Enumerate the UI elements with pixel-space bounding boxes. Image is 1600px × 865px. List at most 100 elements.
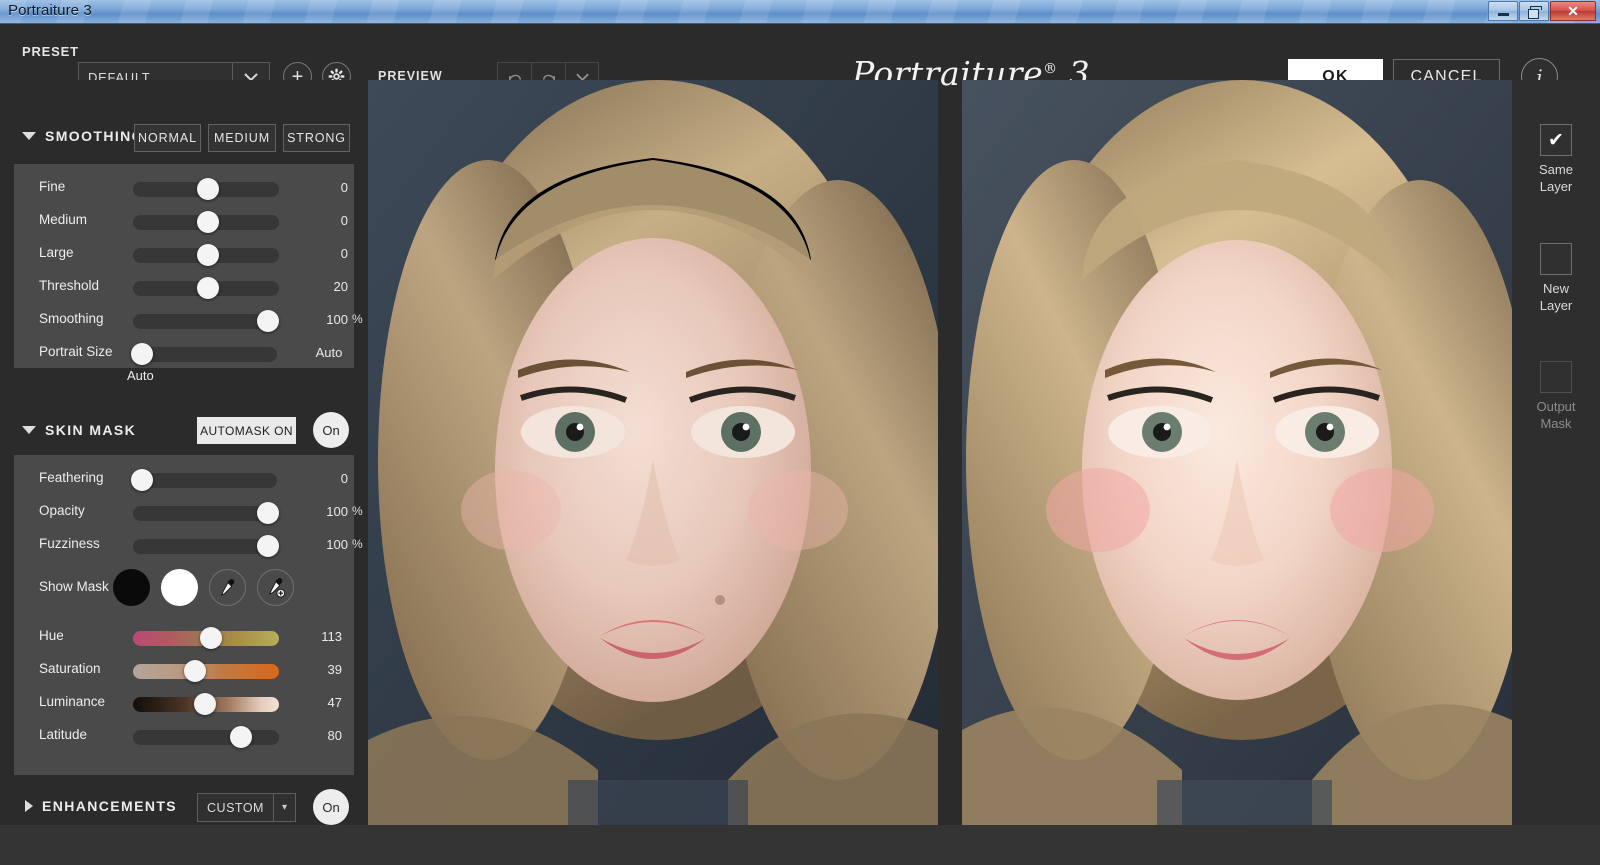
output-option-new-layer[interactable]: New Layer — [1512, 243, 1600, 314]
output-mask-checkbox[interactable] — [1540, 361, 1572, 393]
slider-label-fuzziness: Fuzziness — [39, 536, 100, 551]
restore-icon — [1528, 5, 1542, 19]
slider-knob-medium[interactable] — [197, 211, 220, 233]
slider-row-luminance: Luminance 47 — [15, 690, 353, 718]
slider-label-luminance: Luminance — [39, 694, 106, 709]
original-portrait — [368, 80, 938, 825]
slider-label-latitude: Latitude — [39, 727, 88, 742]
enhancements-toggle[interactable]: On — [313, 789, 349, 825]
eyedropper-button[interactable] — [209, 569, 246, 606]
slider-track-fuzziness[interactable] — [133, 535, 279, 557]
slider-value-large: 0 — [340, 246, 348, 261]
slider-row-feathering: Feathering 0 — [15, 466, 353, 494]
slider-value-latitude: 80 — [327, 728, 342, 743]
slider-track-saturation[interactable] — [133, 660, 279, 682]
slider-track-opacity[interactable] — [133, 502, 279, 524]
mask-color-black-swatch[interactable] — [113, 569, 150, 606]
output-mask-label-line2: Mask — [1540, 416, 1572, 431]
slider-label-medium: Medium — [39, 212, 88, 227]
slider-knob-smoothing[interactable] — [257, 310, 279, 332]
slider-track-feathering[interactable] — [131, 469, 277, 491]
minimize-button[interactable] — [1488, 1, 1518, 21]
eyedropper-add-icon — [268, 578, 286, 598]
slider-value-fine: 0 — [340, 180, 348, 195]
slider-track-portrait-size[interactable] — [131, 343, 277, 365]
slider-label-saturation: Saturation — [39, 661, 101, 676]
slider-knob-fuzziness[interactable] — [257, 535, 279, 557]
slider-label-threshold: Threshold — [39, 278, 100, 293]
slider-row-fine: Fine 0 — [15, 175, 353, 203]
slider-knob-saturation[interactable] — [183, 660, 206, 682]
smoothing-preset-medium[interactable]: MEDIUM — [208, 124, 276, 152]
titlebar-gloss — [0, 0, 1600, 23]
slider-value-medium: 0 — [340, 213, 348, 228]
slider-value-hue: 113 — [321, 629, 342, 644]
skin-mask-section-header[interactable]: SKIN MASK — [22, 418, 136, 442]
slider-label-opacity: Opacity — [39, 503, 85, 518]
logo-registered-icon: ® — [1043, 61, 1058, 77]
new-layer-label-line1: New — [1542, 281, 1569, 296]
smoothing-preset-normal[interactable]: NORMAL — [134, 124, 201, 152]
close-button[interactable]: ✕ — [1550, 1, 1596, 21]
new-layer-label-line2: Layer — [1539, 298, 1573, 313]
slider-label-large: Large — [39, 245, 74, 260]
slider-knob-large[interactable] — [197, 244, 220, 266]
preset-label: PRESET — [22, 44, 79, 59]
chevron-down-icon[interactable]: ▾ — [273, 794, 295, 821]
slider-track-smoothing[interactable] — [133, 310, 279, 332]
enhancements-section-header[interactable]: ENHANCEMENTS — [25, 794, 177, 818]
slider-knob-hue[interactable] — [199, 627, 222, 649]
slider-track-luminance[interactable] — [133, 693, 279, 715]
eyedropper-add-button[interactable] — [257, 569, 294, 606]
controls-panel: SMOOTHING NORMAL MEDIUM STRONG Fine 0 Me… — [0, 80, 366, 865]
slider-track-latitude[interactable] — [133, 726, 279, 748]
slider-value-fuzziness: 100 — [326, 537, 348, 552]
smoothing-preset-strong[interactable]: STRONG — [283, 124, 350, 152]
window-controls: ✕ — [1488, 1, 1596, 21]
slider-track-threshold[interactable] — [133, 277, 279, 299]
slider-knob-feathering[interactable] — [131, 469, 153, 491]
slider-knob-fine[interactable] — [197, 178, 220, 200]
slider-knob-threshold[interactable] — [197, 277, 220, 299]
bottom-toolbar: − + 147% ▾ — [0, 825, 1600, 865]
original-image-panel[interactable] — [368, 80, 938, 825]
slider-label-hue: Hue — [39, 628, 64, 643]
slider-value-opacity: 100 — [326, 504, 348, 519]
window-title: Portraiture 3 — [8, 2, 92, 19]
slider-row-large: Large 0 — [15, 241, 353, 269]
app-chrome: PRESET DEFAULT + PREVIEW Portraiture® 3 … — [0, 24, 1600, 865]
skin-mask-title: SKIN MASK — [45, 422, 137, 438]
enhancements-mode-dropdown[interactable]: CUSTOM ▾ — [197, 793, 296, 822]
slider-track-fine[interactable] — [133, 178, 279, 200]
check-icon: ✔ — [1548, 129, 1564, 151]
slider-knob-luminance[interactable] — [193, 693, 216, 715]
slider-track-medium[interactable] — [133, 211, 279, 233]
restore-button[interactable] — [1519, 1, 1549, 21]
slider-knob-latitude[interactable] — [229, 726, 252, 748]
automask-button[interactable]: AUTOMASK ON — [197, 417, 296, 444]
portrait-size-caption: Auto — [127, 368, 154, 383]
new-layer-checkbox[interactable] — [1540, 243, 1572, 275]
window-titlebar[interactable]: Portraiture 3 ✕ — [0, 0, 1600, 24]
same-layer-checkbox[interactable]: ✔ — [1540, 124, 1572, 156]
slider-row-fuzziness: Fuzziness 100 % — [15, 532, 363, 560]
output-mask-label: Output Mask — [1512, 398, 1600, 432]
slider-row-hue: Hue 113 — [15, 624, 353, 652]
skin-mask-toggle[interactable]: On — [313, 412, 349, 448]
slider-knob-opacity[interactable] — [257, 502, 279, 524]
slider-row-smoothing: Smoothing 100 % — [15, 307, 363, 335]
slider-knob-portrait-size[interactable] — [131, 343, 153, 365]
output-option-same-layer[interactable]: ✔ Same Layer — [1512, 124, 1600, 195]
smoothing-section-header[interactable]: SMOOTHING — [22, 124, 144, 148]
retouched-image-panel[interactable] — [962, 80, 1512, 825]
slider-value-saturation: 39 — [327, 662, 342, 677]
chevron-down-icon — [22, 132, 36, 140]
slider-track-hue[interactable] — [133, 627, 279, 649]
new-layer-label: New Layer — [1512, 280, 1600, 314]
mask-color-white-swatch[interactable] — [161, 569, 198, 606]
slider-row-portrait-size: Portrait Size Auto — [15, 340, 353, 368]
slider-row-saturation: Saturation 39 — [15, 657, 353, 685]
slider-track-large[interactable] — [133, 244, 279, 266]
output-option-output-mask[interactable]: Output Mask — [1512, 361, 1600, 432]
slider-row-opacity: Opacity 100 % — [15, 499, 363, 527]
